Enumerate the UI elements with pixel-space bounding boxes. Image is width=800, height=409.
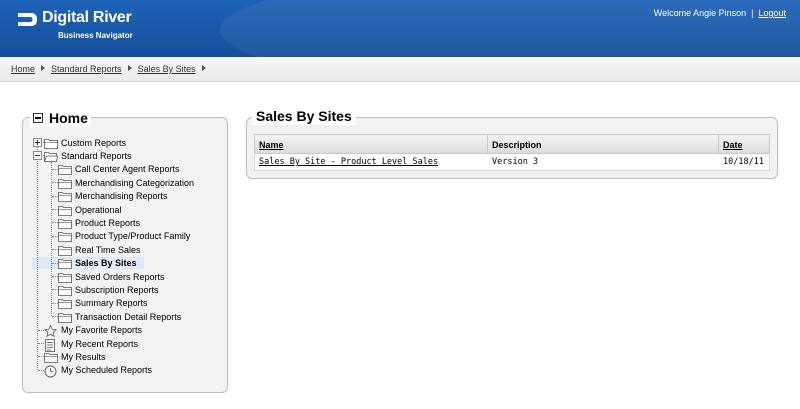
folder-icon xyxy=(58,245,72,256)
folder-open-icon xyxy=(44,151,58,162)
tree-item-standard-reports[interactable]: Standard Reports xyxy=(44,149,132,162)
breadcrumb: Home Standard Reports Sales By Sites xyxy=(11,64,212,74)
folder-icon xyxy=(58,178,72,189)
brand-subtitle: Business Navigator xyxy=(58,31,133,40)
tree-item-label: Product Type/Product Family xyxy=(75,231,191,242)
tree-item-label: Transaction Detail Reports xyxy=(75,311,182,322)
main-panel-title: Sales By Sites xyxy=(252,107,356,125)
tree-item-label: Subscription Reports xyxy=(75,284,159,295)
digital-river-logo[interactable]: Digital River Business Navigator xyxy=(17,9,147,43)
star-icon xyxy=(44,325,58,338)
breadcrumb-arrow-icon xyxy=(127,65,132,71)
tree-item-label: Merchandising Categorization xyxy=(75,177,195,188)
breadcrumb-bar: Home Standard Reports Sales By Sites xyxy=(0,57,800,82)
tree-item-label: My Results xyxy=(61,351,106,362)
tree-item-merchandising-reports[interactable]: Merchandising Reports xyxy=(58,190,168,203)
column-header-date[interactable]: Date xyxy=(719,135,771,153)
document-list-icon xyxy=(44,338,58,352)
tree-item-label: Merchandising Reports xyxy=(75,191,168,202)
tree-item-saved-orders-reports[interactable]: Saved Orders Reports xyxy=(58,270,165,283)
tree-item-label: Saved Orders Reports xyxy=(75,271,165,282)
report-name-link[interactable]: Sales By Site - Product Level Sales xyxy=(255,154,488,171)
table-row: Sales By Site - Product Level Sales Vers… xyxy=(254,154,770,171)
breadcrumb-sales-by-sites[interactable]: Sales By Sites xyxy=(138,64,196,74)
folder-icon xyxy=(58,285,72,296)
folder-icon xyxy=(58,218,72,229)
tree-panel-header: Home xyxy=(30,109,91,127)
reports-table-header: Name Description Date xyxy=(254,134,770,154)
folder-icon xyxy=(58,258,72,269)
folder-icon xyxy=(58,272,72,283)
report-description: Version 3 xyxy=(492,157,539,167)
folder-icon xyxy=(58,164,72,176)
tree-item-summary-reports[interactable]: Summary Reports xyxy=(58,297,148,310)
tree-item-my-recent-reports[interactable]: My Recent Reports xyxy=(44,337,139,352)
header-separator: | xyxy=(751,8,754,18)
tree-guide-line xyxy=(51,162,52,317)
breadcrumb-standard-reports[interactable]: Standard Reports xyxy=(51,64,122,74)
folder-icon xyxy=(58,231,72,243)
tree-item-subscription-reports[interactable]: Subscription Reports xyxy=(58,283,159,296)
breadcrumb-arrow-icon xyxy=(41,65,46,71)
folder-icon xyxy=(58,191,72,202)
tree-item-label: Product Reports xyxy=(75,217,141,228)
tree-item-custom-reports[interactable]: Custom Reports xyxy=(44,136,126,149)
tree-item-label: Summary Reports xyxy=(75,298,148,309)
tree-item-merchandising-categorization[interactable]: Merchandising Categorization xyxy=(58,176,194,189)
tree-item-my-favorite-reports[interactable]: My Favorite Reports xyxy=(44,324,143,338)
clock-icon xyxy=(44,365,58,378)
collapse-minus-icon[interactable] xyxy=(33,151,42,161)
app-header: Digital River Business Navigator Welcome… xyxy=(0,0,800,57)
folder-icon xyxy=(58,312,72,323)
breadcrumb-home[interactable]: Home xyxy=(11,64,35,74)
tree-title: Home xyxy=(49,110,88,126)
tree-item-my-scheduled-reports[interactable]: My Scheduled Reports xyxy=(44,364,153,378)
tree-item-label: Operational xyxy=(75,204,122,215)
tree-item-label: My Scheduled Reports xyxy=(61,365,153,376)
tree-item-call-center-agent-reports[interactable]: Call Center Agent Reports xyxy=(58,163,180,176)
tree-item-product-type-product-family[interactable]: Product Type/Product Family xyxy=(58,230,190,243)
report-date: 10/18/11 xyxy=(723,157,764,167)
tree-item-label: Custom Reports xyxy=(61,137,127,148)
collapse-panel-icon[interactable] xyxy=(33,113,43,123)
folder-icon xyxy=(58,298,72,310)
tree-item-label: Real Time Sales xyxy=(75,244,141,255)
logo-mark-icon xyxy=(18,13,37,26)
breadcrumb-arrow-icon xyxy=(201,65,206,71)
expand-plus-icon[interactable] xyxy=(33,138,42,147)
tree-item-transaction-detail-reports[interactable]: Transaction Detail Reports xyxy=(58,310,181,323)
folder-icon xyxy=(44,138,58,149)
folder-icon xyxy=(44,352,58,363)
column-header-name[interactable]: Name xyxy=(255,135,488,153)
tree-item-label: My Recent Reports xyxy=(61,338,139,349)
tree-item-product-reports[interactable]: Product Reports xyxy=(58,216,140,229)
user-area: Welcome Angie Pinson | Logout xyxy=(654,8,786,18)
tree-item-label: My Favorite Reports xyxy=(61,325,143,336)
tree-item-label: Sales By Sites xyxy=(72,258,137,269)
welcome-text: Welcome Angie Pinson xyxy=(653,8,747,18)
logout-link[interactable]: Logout xyxy=(758,8,786,18)
column-header-description: Description xyxy=(488,135,719,153)
tree-item-my-results[interactable]: My Results xyxy=(44,350,106,363)
folder-icon xyxy=(58,205,72,216)
brand-name: Digital River xyxy=(42,9,132,26)
tree-item-real-time-sales[interactable]: Real Time Sales xyxy=(58,243,141,256)
tree-item-sales-by-sites[interactable]: Sales By Sites xyxy=(58,257,137,270)
tree-item-label: Standard Reports xyxy=(61,150,132,161)
tree-item-operational[interactable]: Operational xyxy=(58,203,122,216)
tree-guide-line xyxy=(37,141,38,370)
tree-item-label: Call Center Agent Reports xyxy=(75,164,180,175)
